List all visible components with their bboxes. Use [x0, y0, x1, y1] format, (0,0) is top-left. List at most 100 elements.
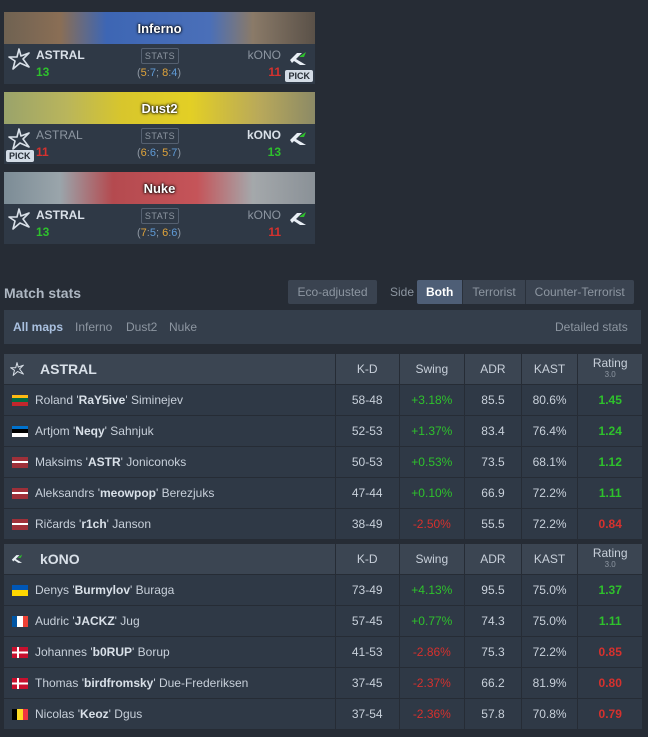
player-name-link[interactable]: Artjom 'Neqy' Sahnjuk — [35, 424, 154, 438]
stats-table-header: kONO K-D Swing ADR KAST Rating 3.0 — [4, 544, 642, 575]
player-kast: 80.6% — [520, 385, 578, 415]
player-rating: 0.85 — [577, 637, 642, 667]
player-nickname: Burmylov — [74, 583, 130, 597]
kd-header[interactable]: K-D — [334, 544, 399, 574]
player-swing: -2.36% — [398, 699, 465, 729]
map-card-dust2[interactable]: Dust2 ASTRAL 11 STATS (6:6; 5:7) kONO 13 PICK — [4, 92, 315, 164]
rating-label: Rating — [592, 546, 628, 560]
player-rating: 1.45 — [577, 385, 642, 415]
eco-adjusted-toggle[interactable]: Eco-adjusted — [288, 280, 377, 304]
filter-all-maps[interactable]: All maps — [13, 320, 63, 334]
player-kd: 57-45 — [334, 606, 399, 636]
team-header[interactable]: ASTRAL — [4, 354, 335, 384]
half1-t-score: 5 — [140, 67, 147, 79]
player-rating: 1.12 — [577, 447, 642, 477]
player-swing: +1.37% — [398, 416, 465, 446]
rating-header[interactable]: Rating 3.0 — [577, 544, 642, 574]
player-kd: 52-53 — [334, 416, 399, 446]
flag-lv-icon — [12, 456, 28, 468]
filter-dust2[interactable]: Dust2 — [126, 320, 157, 334]
rating-header[interactable]: Rating 3.0 — [577, 354, 642, 384]
stats-table-astral: ASTRAL K-D Swing ADR KAST Rating 3.0 Roland 'Ra… — [4, 354, 642, 540]
player-row: Thomas 'birdfromsky' Due-Frederiksen 37-4… — [4, 668, 642, 699]
player-first-name: Thomas — [35, 676, 79, 690]
player-cell: Johannes 'b0RUP' Borup — [4, 637, 335, 667]
map-filter-bar: All maps Inferno Dust2 Nuke Detailed sta… — [4, 310, 641, 344]
player-last-name: Joniconoks — [126, 455, 187, 469]
player-row: Denys 'Burmylov' Buraga 73-49 +4.13% 95.5 75… — [4, 575, 642, 606]
side-terrorist-tab[interactable]: Terrorist — [462, 280, 524, 304]
map-stats-button[interactable]: STATS — [141, 128, 179, 144]
player-rating: 0.84 — [577, 509, 642, 539]
map-card-inferno[interactable]: Inferno ASTRAL 13 STATS (5:7; 8:4) kONO 11 PICK — [4, 12, 315, 84]
player-rating: 1.11 — [577, 606, 642, 636]
map-stats-button[interactable]: STATS — [141, 208, 179, 224]
left-team-score: 13 — [36, 65, 50, 79]
player-cell: Audric 'JACKZ' Jug — [4, 606, 335, 636]
player-first-name: Denys — [35, 583, 70, 597]
player-name-link[interactable]: Maksims 'ASTR' Joniconoks — [35, 455, 186, 469]
left-team-score: 11 — [36, 145, 49, 159]
player-kast: 75.0% — [520, 606, 578, 636]
player-cell: Roland 'RaY5ive' Siminejev — [4, 385, 335, 415]
player-name-link[interactable]: Audric 'JACKZ' Jug — [35, 614, 140, 628]
player-adr: 83.4 — [464, 416, 521, 446]
player-swing: -2.50% — [398, 509, 465, 539]
kd-header[interactable]: K-D — [334, 354, 399, 384]
player-cell: Maksims 'ASTR' Joniconoks — [4, 447, 335, 477]
player-nickname: birdfromsky — [83, 676, 154, 690]
player-kd: 41-53 — [334, 637, 399, 667]
player-nickname: r1ch — [81, 517, 107, 531]
player-name-link[interactable]: Nicolas 'Keoz' Dgus — [35, 707, 142, 721]
player-name-link[interactable]: Aleksandrs 'meowpop' Berezjuks — [35, 486, 214, 500]
player-adr: 85.5 — [464, 385, 521, 415]
player-swing: -2.37% — [398, 668, 465, 698]
player-rating: 1.24 — [577, 416, 642, 446]
player-nickname: meowpop — [100, 486, 156, 500]
swing-header[interactable]: Swing — [398, 354, 465, 384]
player-last-name: Due-Frederiksen — [158, 676, 249, 690]
player-last-name: Siminejev — [130, 393, 184, 407]
flag-dk-icon — [12, 677, 28, 689]
player-kast: 72.2% — [520, 509, 578, 539]
player-row: Nicolas 'Keoz' Dgus 37-54 -2.36% 57.8 70.8% 0… — [4, 699, 642, 730]
player-name-link[interactable]: Thomas 'birdfromsky' Due-Frederiksen — [35, 676, 248, 690]
player-kast: 72.2% — [520, 478, 578, 508]
stats-table-kono: kONO K-D Swing ADR KAST Rating 3.0 Denys 'Burmy… — [4, 544, 642, 730]
left-team-score: 13 — [36, 225, 50, 239]
player-kast: 81.9% — [520, 668, 578, 698]
player-nickname: RaY5ive — [78, 393, 126, 407]
flag-lv-icon — [12, 518, 28, 530]
kast-header[interactable]: KAST — [520, 354, 578, 384]
stats-table-header: ASTRAL K-D Swing ADR KAST Rating 3.0 — [4, 354, 642, 385]
swing-header[interactable]: Swing — [398, 544, 465, 574]
flag-fr-icon — [12, 615, 28, 627]
player-name-link[interactable]: Denys 'Burmylov' Buraga — [35, 583, 174, 597]
filter-inferno[interactable]: Inferno — [75, 320, 112, 334]
flag-ua-icon — [12, 584, 28, 596]
player-name-link[interactable]: Roland 'RaY5ive' Siminejev — [35, 393, 183, 407]
player-kast: 68.1% — [520, 447, 578, 477]
player-last-name: Dgus — [114, 707, 143, 721]
map-name: Inferno — [137, 20, 182, 36]
map-stats-button[interactable]: STATS — [141, 48, 179, 64]
adr-header[interactable]: ADR — [464, 354, 521, 384]
player-row: Roland 'RaY5ive' Siminejev 58-48 +3.18% 85.… — [4, 385, 642, 416]
side-ct-tab[interactable]: Counter-Terrorist — [524, 280, 634, 304]
player-kd: 50-53 — [334, 447, 399, 477]
team-header[interactable]: kONO — [4, 544, 335, 574]
player-nickname: b0RUP — [92, 645, 133, 659]
side-both-tab[interactable]: Both — [417, 280, 463, 304]
map-card-nuke[interactable]: Nuke ASTRAL 13 STATS (7:5; 6:6) kONO 11 — [4, 172, 315, 244]
kast-header[interactable]: KAST — [520, 544, 578, 574]
player-kd: 37-45 — [334, 668, 399, 698]
detailed-stats-link[interactable]: Detailed stats — [555, 320, 628, 334]
player-name-link[interactable]: Johannes 'b0RUP' Borup — [35, 645, 170, 659]
pick-badge: PICK — [6, 150, 34, 162]
adr-header[interactable]: ADR — [464, 544, 521, 574]
match-stats-title: Match stats — [4, 285, 82, 301]
player-kast: 72.2% — [520, 637, 578, 667]
player-name-link[interactable]: Ričards 'r1ch' Janson — [35, 517, 151, 531]
player-first-name: Roland — [35, 393, 74, 407]
filter-nuke[interactable]: Nuke — [169, 320, 197, 334]
